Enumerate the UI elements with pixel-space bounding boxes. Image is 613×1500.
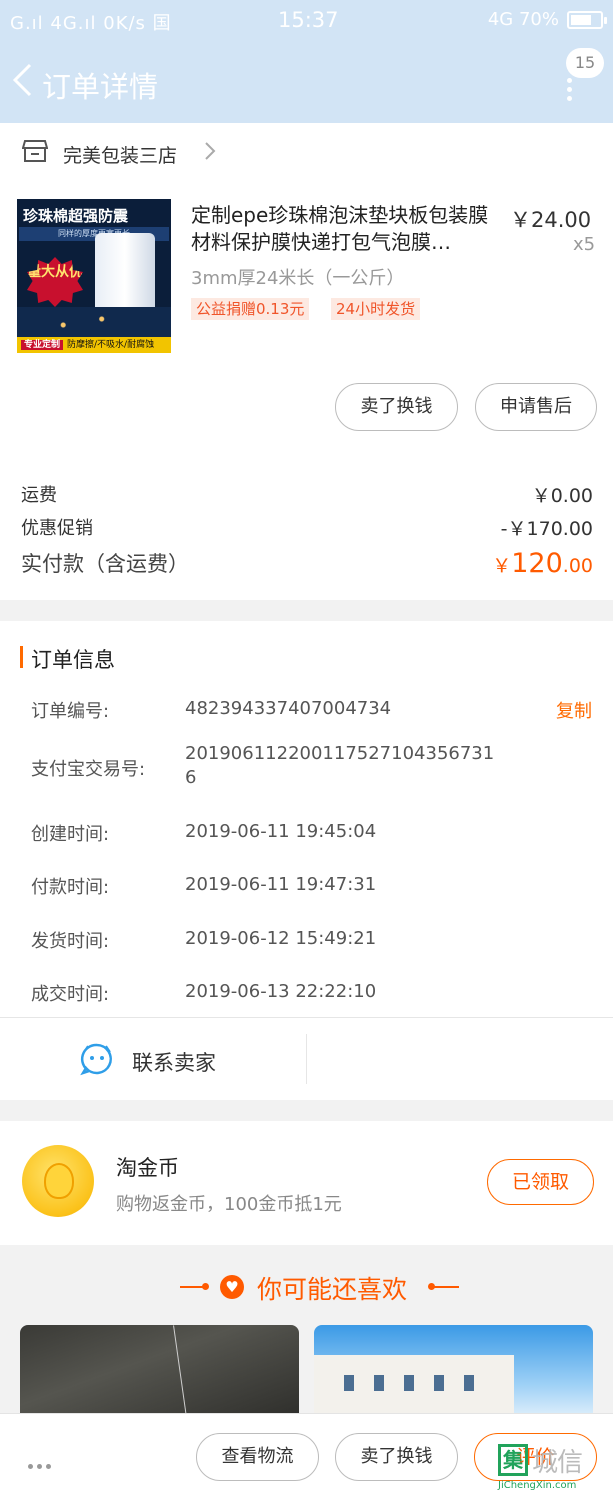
status-bar: G.ıl 4G.ıl 0K/s 国 15:37 4G 70%	[0, 0, 613, 40]
watermark-logo-icon: 集	[498, 1444, 528, 1476]
shop-icon	[22, 140, 48, 162]
order-info-title: 订单信息	[31, 648, 115, 672]
section-accent-bar	[20, 646, 23, 668]
status-left: G.ıl 4G.ıl 0K/s 国	[10, 13, 172, 34]
promo-value: -￥170.00	[500, 518, 593, 540]
paid-decimal: .00	[562, 555, 593, 577]
tag-24h-delivery: 24小时发货	[331, 298, 421, 320]
image-burst: 量大从优	[27, 257, 83, 307]
created-time-label: 创建时间:	[31, 824, 110, 845]
completed-time-label: 成交时间:	[31, 984, 110, 1005]
created-time-value: 2019-06-11 19:45:04	[185, 821, 377, 842]
taojinbi-icon	[22, 1145, 94, 1217]
contact-seller-label: 联系卖家	[132, 1051, 216, 1075]
product-sku: 3mm厚24米长（一公斤）	[191, 268, 405, 289]
paid-time-label: 付款时间:	[31, 877, 110, 898]
product-price: ￥24.00	[510, 208, 592, 232]
product-title[interactable]: 定制epe珍珠棉泡沫垫块板包装膜材料保护膜快递打包气泡膜…	[191, 202, 507, 256]
watermark-cn: 城信	[532, 1448, 583, 1478]
alipay-trade-value: 2019061122001175271043567316	[185, 743, 495, 788]
more-menu-button[interactable]: 15	[552, 44, 604, 104]
paid-currency: ￥	[492, 555, 512, 577]
image-headline: 珍珠棉超强防震	[23, 207, 129, 225]
site-watermark: 集 城信 JiChengXin.com	[498, 1440, 610, 1496]
recommend-title: 你可能还喜欢	[257, 1275, 408, 1304]
order-number-value: 482394337407004734	[185, 698, 392, 719]
divider	[0, 1017, 613, 1018]
coin-claimed-button[interactable]: 已领取	[487, 1159, 594, 1205]
more-dots-icon[interactable]	[28, 1454, 58, 1469]
shop-row[interactable]: 完美包装三店	[0, 135, 613, 175]
watermark-en: JiChengXin.com	[498, 1480, 577, 1491]
recommend-item-necklace[interactable]	[20, 1325, 299, 1425]
order-number-label: 订单编号:	[31, 701, 110, 722]
image-bottom-tag: 专业定制	[21, 340, 64, 350]
paid-time-value: 2019-06-11 19:47:31	[185, 874, 377, 895]
chat-face-icon	[80, 1043, 112, 1076]
heart-icon: ♥	[220, 1275, 244, 1299]
image-bottom-text: 防摩擦/不吸水/耐腐蚀	[67, 340, 155, 350]
status-right: 4G 70%	[487, 9, 559, 30]
sell-bottom-button[interactable]: 卖了换钱	[335, 1433, 458, 1481]
back-icon[interactable]	[10, 62, 34, 98]
city-graphic	[17, 307, 171, 337]
paid-integer: 120	[511, 548, 563, 579]
product-quantity: x5	[573, 234, 596, 255]
divider-vertical	[306, 1034, 307, 1084]
image-bottom: 专业定制 防摩擦/不吸水/耐腐蚀	[17, 337, 171, 353]
product-image[interactable]: 珍珠棉超强防震 同样的厚度更宽更长 量大从优 专业定制 防摩擦/不吸水/耐腐蚀	[17, 199, 171, 353]
coin-title: 淘金币	[116, 1156, 179, 1180]
alipay-trade-label: 支付宝交易号:	[31, 759, 146, 780]
status-time: 15:37	[278, 8, 339, 32]
coin-subtitle: 购物返金币，100金币抵1元	[116, 1194, 342, 1215]
paid-amount: ￥120.00	[492, 548, 593, 579]
tag-charity: 公益捐赠0.13元	[191, 298, 310, 320]
view-logistics-button[interactable]: 查看物流	[196, 1433, 319, 1481]
page-title: 订单详情	[42, 70, 159, 104]
shipped-time-label: 发货时间:	[31, 931, 110, 952]
battery-icon	[567, 11, 607, 29]
more-icon	[566, 78, 574, 108]
shipping-label: 运费	[21, 485, 57, 506]
header: G.ıl 4G.ıl 0K/s 国 15:37 4G 70% 订单详情 15	[0, 0, 613, 123]
order-info-card	[0, 621, 613, 1100]
promo-label: 优惠促销	[21, 518, 93, 539]
contact-seller-button[interactable]: 联系卖家	[80, 1040, 300, 1080]
copy-order-number-button[interactable]: 复制	[556, 697, 592, 723]
after-sale-button[interactable]: 申请售后	[475, 383, 597, 431]
recommend-item-building[interactable]	[314, 1325, 593, 1425]
shipping-value: ￥0.00	[531, 485, 593, 507]
shop-name: 完美包装三店	[63, 145, 178, 167]
completed-time-value: 2019-06-13 22:22:10	[185, 981, 377, 1002]
chevron-right-icon	[205, 142, 216, 160]
recommend-header: ♥ 你可能还喜欢	[0, 1266, 613, 1306]
paid-label: 实付款（含运费）	[21, 552, 189, 576]
message-badge: 15	[566, 48, 604, 78]
shipped-time-value: 2019-06-12 15:49:21	[185, 928, 377, 949]
sell-item-button[interactable]: 卖了换钱	[335, 383, 458, 431]
